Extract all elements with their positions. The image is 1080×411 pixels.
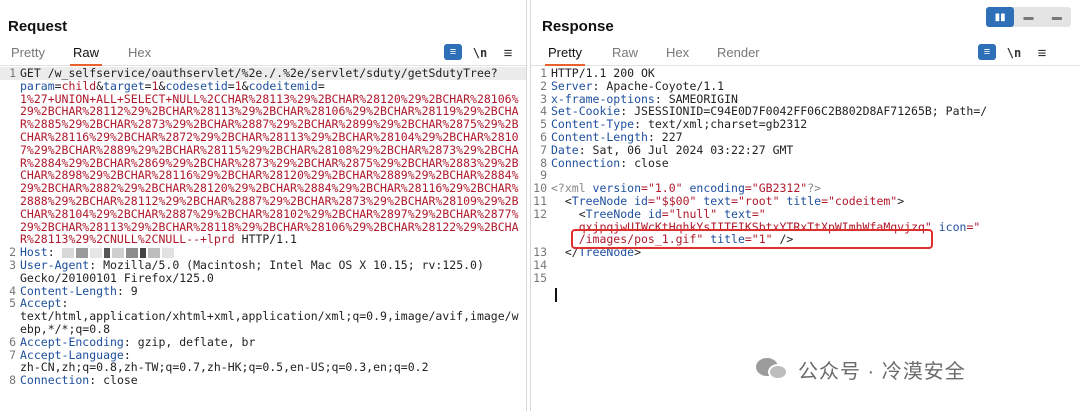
tab-response-render[interactable]: Render (714, 44, 763, 66)
line-number: 1 (540, 66, 547, 80)
tab-request-pretty[interactable]: Pretty (8, 44, 48, 66)
code-token: icon (931, 219, 967, 234)
code-token: : close (89, 373, 138, 388)
response-menu-icon[interactable]: ≡ (1034, 44, 1050, 62)
line-number: 14 (533, 257, 547, 272)
horizontal-view-icon[interactable]: ▬ (1014, 7, 1042, 27)
response-title: Response (542, 18, 614, 35)
redacted-block (61, 247, 74, 258)
redacted-block (75, 247, 88, 258)
line-number: 3 (9, 257, 16, 272)
tab-response-pretty[interactable]: Pretty (545, 44, 585, 66)
wechat-icon (756, 356, 788, 382)
redacted-block (89, 247, 102, 258)
code-token: : gzip, deflate, br (123, 334, 256, 349)
code-token: : 9 (116, 283, 138, 298)
highlight-box (571, 229, 933, 249)
code-token: Connection (20, 373, 90, 388)
request-newline-icon[interactable]: \n (470, 44, 490, 62)
request-line: R%28113%29%2CNULL%2CNULL--+lprd HTTP/1.1 (0, 233, 526, 246)
line-number: 7 (540, 142, 547, 157)
single-view-icon[interactable]: ▬ (1043, 7, 1071, 27)
code-token: title (786, 193, 822, 208)
split-view-icon[interactable]: ▮▮ (986, 7, 1015, 27)
line-number: 6 (540, 129, 547, 144)
tab-request-hex[interactable]: Hex (125, 44, 154, 66)
tab-response-raw[interactable]: Raw (609, 44, 641, 66)
code-token: : close (620, 155, 669, 170)
request-title: Request (8, 18, 68, 35)
response-tabs: Pretty Raw Hex Render (531, 42, 1080, 66)
layout-toggle: ▮▮ ▬ ▬ (986, 7, 1071, 27)
response-wrap-icon[interactable]: ≡ (978, 44, 996, 60)
response-line: 14 (531, 259, 1080, 272)
line-number: 7 (9, 347, 16, 362)
tab-response-hex[interactable]: Hex (663, 44, 692, 66)
response-newline-icon[interactable]: \n (1004, 44, 1024, 62)
request-wrap-icon[interactable]: ≡ (444, 44, 462, 60)
request-line: 4 Content-Length: 9 (0, 283, 526, 298)
line-number: 2 (540, 78, 547, 93)
request-editor[interactable]: 1 GET /w_selfservice/oauthservlet/%2e./.%… (0, 67, 526, 411)
line-number: 8 (9, 373, 16, 388)
request-menu-icon[interactable]: ≡ (500, 44, 516, 62)
redacted-block (161, 247, 174, 258)
line-number: 1 (9, 66, 16, 80)
redacted-block (147, 247, 160, 258)
redacted-block (125, 247, 138, 258)
line-number: 6 (9, 334, 16, 349)
line-code: Connection: close (20, 374, 138, 387)
line-code: Connection: close (551, 155, 669, 170)
response-line: 8 Connection: close (531, 155, 1080, 170)
code-token: ="codeitem" (821, 193, 898, 208)
tab-request-raw[interactable]: Raw (70, 44, 103, 66)
request-line: 8 Connection: close (0, 374, 526, 387)
redacted-block (139, 247, 146, 258)
code-token: HTTP/1.1 (234, 232, 297, 247)
code-token: =" (966, 219, 981, 234)
redacted-block (111, 247, 124, 258)
code-token: > (897, 193, 905, 208)
watermark: 公众号 · 冷漠安全 (756, 353, 1056, 385)
request-pane: Request Pretty Raw Hex ≡ \n ≡ 1 GET /w_se… (0, 0, 527, 411)
line-number: 11 (533, 193, 547, 208)
redacted-block (103, 247, 110, 258)
code-token: Connection (551, 155, 621, 170)
response-line: 15 (531, 270, 1080, 285)
watermark-text: 公众号 · 冷漠安全 (798, 360, 966, 383)
response-pane: Response ▮▮ ▬ ▬ Pretty Raw Hex Render ≡ … (530, 0, 1080, 411)
line-number: 5 (9, 296, 16, 311)
text-caret (555, 288, 557, 302)
line-number: 15 (533, 270, 547, 285)
line-number: 12 (533, 206, 547, 221)
